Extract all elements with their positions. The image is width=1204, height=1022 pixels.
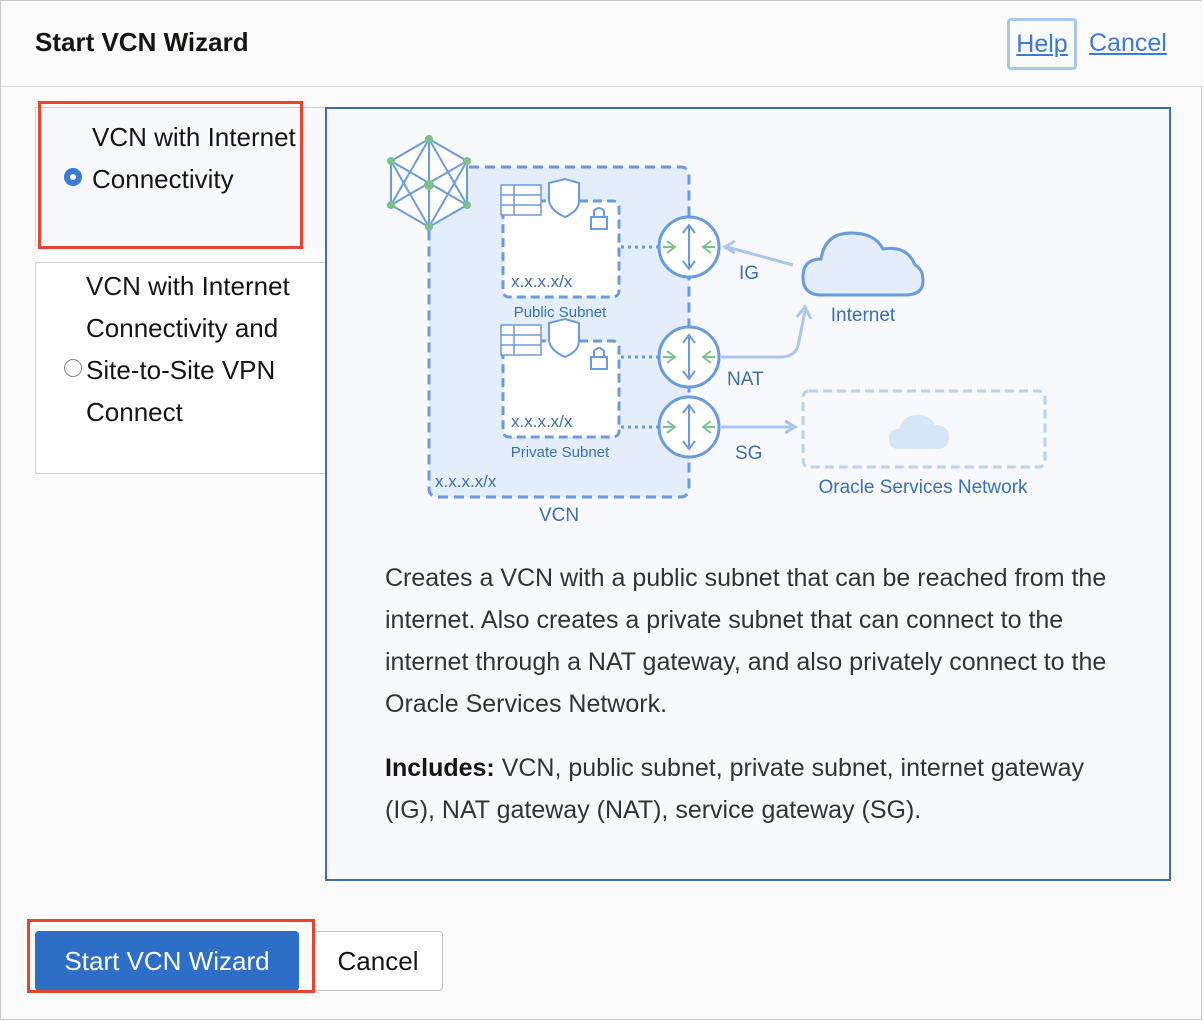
route-table-icon [500,184,542,216]
start-vcn-wizard-dialog: Start VCN Wizard Help Cancel VCN with In… [0,0,1203,1020]
internet-cloud-icon [801,231,925,297]
route-table-icon [500,324,542,356]
public-subnet-label: Public Subnet [514,304,607,321]
option-vcn-internet-vpn[interactable]: VCN with Internet Connectivity and Site-… [35,262,327,474]
dialog-header: Start VCN Wizard Help Cancel [1,1,1203,87]
private-subnet-label: Private Subnet [511,444,610,461]
radio-unselected-icon[interactable] [64,359,82,377]
option-label: VCN with Internet Connectivity and Site-… [86,271,290,427]
nat-gateway-icon [657,325,721,389]
public-subnet-cidr: x.x.x.x/x [511,272,573,291]
option-description: Creates a VCN with a public subnet that … [385,564,1107,718]
option-label: VCN with Internet Connectivity [92,122,296,194]
internet-gateway-icon [657,215,721,279]
cancel-link[interactable]: Cancel [1089,29,1167,58]
private-subnet-cidr: x.x.x.x/x [511,412,573,431]
ig-label: IG [739,263,759,284]
radio-selected-icon[interactable] [64,168,82,186]
help-link[interactable]: Help [1007,18,1077,70]
osn-label: Oracle Services Network [818,477,1028,498]
vcn-network-diagram: x.x.x.x/x Public Subnet x.x.x.x/x Privat… [387,135,1047,526]
option-includes: Includes: VCN, public subnet, private su… [385,747,1125,831]
vcn-cidr: x.x.x.x/x [435,472,497,491]
option-vcn-internet-connectivity[interactable]: VCN with Internet Connectivity [35,107,327,247]
vcn-label: VCN [539,505,579,526]
sg-label: SG [735,443,762,464]
includes-label: Includes: [385,754,495,782]
nat-label: NAT [727,369,764,390]
internet-label: Internet [831,305,896,326]
service-gateway-icon [657,395,721,459]
cancel-button[interactable]: Cancel [313,931,443,991]
option-detail-panel: x.x.x.x/x Public Subnet x.x.x.x/x Privat… [325,107,1171,881]
dialog-title: Start VCN Wizard [35,27,249,57]
start-vcn-wizard-button[interactable]: Start VCN Wizard [35,931,299,991]
